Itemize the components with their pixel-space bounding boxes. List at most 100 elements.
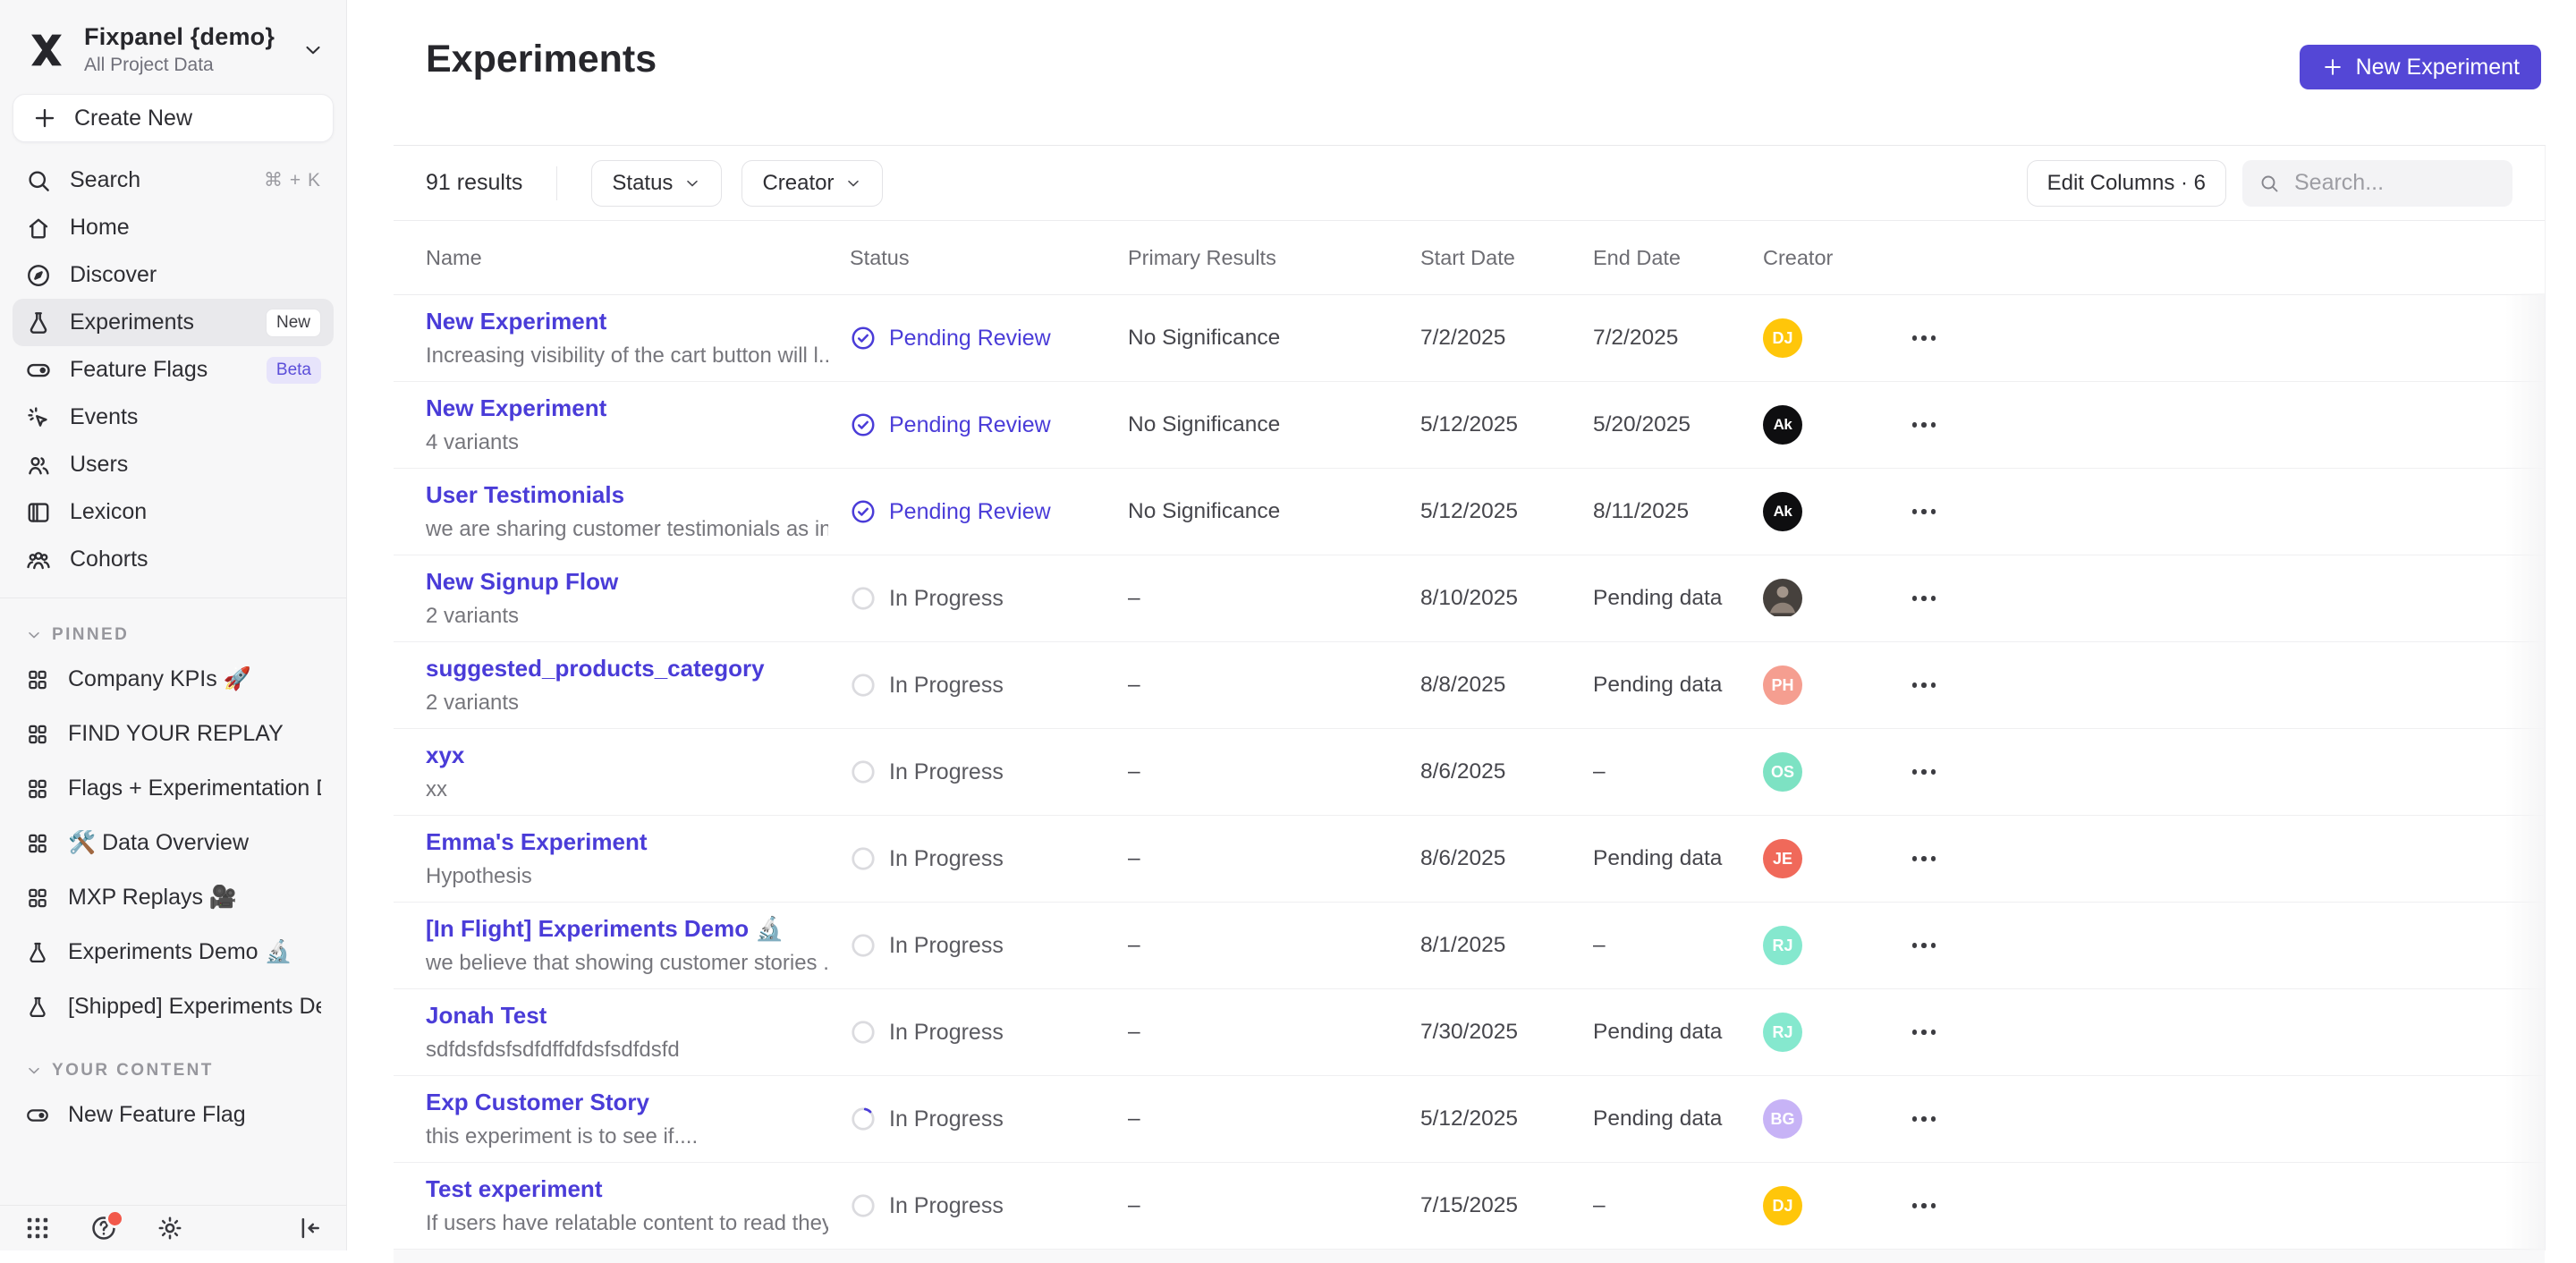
experiment-name-link[interactable]: Emma's Experiment [426, 828, 828, 856]
new-experiment-button[interactable]: New Experiment [2300, 45, 2541, 89]
creator-avatar[interactable]: OS [1763, 752, 1802, 792]
experiment-subtitle: we believe that showing customer stories… [426, 951, 828, 976]
end-date-value: 8/11/2025 [1593, 499, 1763, 524]
row-actions-menu[interactable] [1903, 1021, 1945, 1044]
help-button[interactable] [89, 1214, 118, 1242]
column-header[interactable]: Status [850, 246, 1128, 270]
row-actions-menu[interactable] [1903, 1107, 1945, 1131]
creator-filter[interactable]: Creator [741, 160, 883, 207]
experiment-subtitle: If users have relatable content to read … [426, 1211, 828, 1236]
column-header[interactable]: Name [426, 246, 850, 270]
creator-avatar[interactable] [1763, 579, 1802, 618]
experiment-name-link[interactable]: User Testimonials [426, 481, 828, 509]
row-actions-menu[interactable] [1903, 847, 1945, 870]
creator-avatar[interactable]: JE [1763, 839, 1802, 878]
row-actions-menu[interactable] [1903, 1194, 1945, 1217]
sidebar-item-home[interactable]: Home [13, 204, 334, 251]
status-filter[interactable]: Status [591, 160, 722, 207]
sidebar-item-feature-flags[interactable]: Feature Flags Beta [13, 346, 334, 394]
experiment-name-link[interactable]: Jonah Test [426, 1002, 828, 1030]
board-icon [25, 886, 50, 911]
page-title: Experiments [426, 38, 657, 81]
creator-avatar[interactable]: RJ [1763, 926, 1802, 965]
avatar-initials: RJ [1772, 937, 1792, 955]
row-actions-menu[interactable] [1903, 587, 1945, 610]
status-cell: In Progress [850, 672, 1128, 699]
pinned-item-flags-experimentation-demo[interactable]: Flags + Experimentation Demo , [13, 761, 334, 816]
row-actions-menu[interactable] [1903, 326, 1945, 350]
sidebar-item-discover[interactable]: Discover [13, 251, 334, 299]
sidebar-item-label: Search [70, 167, 140, 193]
pinned-item-label: MXP Replays 🎥 [68, 885, 237, 911]
collapse-sidebar-button[interactable] [294, 1214, 323, 1242]
creator-avatar[interactable]: Ak [1763, 492, 1802, 531]
sidebar-item-cohorts[interactable]: Cohorts [13, 536, 334, 583]
your-content-section-header[interactable]: YOUR CONTENT [13, 1061, 334, 1081]
start-date-value: 5/12/2025 [1420, 499, 1593, 524]
creator-avatar[interactable]: RJ [1763, 1013, 1802, 1052]
pinned-item-mxp-replays[interactable]: MXP Replays 🎥 [13, 870, 334, 925]
sidebar-item-search[interactable]: Search ⌘ + K [13, 157, 334, 204]
row-actions-menu[interactable] [1903, 674, 1945, 697]
row-actions-menu[interactable] [1903, 413, 1945, 437]
flask-icon [25, 309, 52, 336]
experiment-name-link[interactable]: xyx [426, 742, 828, 769]
experiment-name-link[interactable]: New Experiment [426, 394, 828, 422]
keyboard-shortcut: ⌘ + K [264, 169, 321, 191]
search-input[interactable] [2292, 169, 2496, 197]
create-new-button[interactable]: Create New [13, 94, 334, 142]
sidebar-item-users[interactable]: Users [13, 441, 334, 488]
sidebar-item-experiments[interactable]: Experiments New [13, 299, 334, 346]
row-actions-menu[interactable] [1903, 500, 1945, 523]
experiment-row: xyx xx In Progress – 8/6/2025 – OS [394, 729, 2545, 816]
column-header[interactable]: Creator [1763, 246, 1879, 270]
compass-icon [25, 262, 52, 289]
sidebar-item-lexicon[interactable]: Lexicon [13, 488, 334, 536]
creator-avatar[interactable]: DJ [1763, 1186, 1802, 1225]
pinned-item-data-overview[interactable]: 🛠️ Data Overview [13, 816, 334, 870]
column-header[interactable]: Start Date [1420, 246, 1593, 270]
experiment-name-link[interactable]: New Experiment [426, 308, 828, 335]
check-circle-icon [850, 411, 877, 438]
status-cell: In Progress [850, 1192, 1128, 1219]
row-actions-menu[interactable] [1903, 760, 1945, 784]
experiment-row: Emma's Experiment Hypothesis In Progress… [394, 816, 2545, 903]
pinned-item-company-kpis[interactable]: Company KPIs 🚀 [13, 652, 334, 707]
creator-avatar[interactable]: DJ [1763, 318, 1802, 358]
sidebar-item-label: Home [70, 215, 130, 241]
flask-icon [25, 995, 50, 1020]
pinned-section-header[interactable]: PINNED [13, 625, 334, 645]
filter-label: Status [612, 171, 673, 196]
experiment-name-link[interactable]: Exp Customer Story [426, 1089, 828, 1116]
creator-avatar[interactable]: PH [1763, 665, 1802, 705]
table-body: New Experiment Increasing visibility of … [394, 295, 2545, 1263]
pinned-item-experiments-demo[interactable]: Experiments Demo 🔬 [13, 925, 334, 979]
row-actions-menu[interactable] [1903, 934, 1945, 957]
edit-columns-button[interactable]: Edit Columns · 6 [2027, 160, 2226, 207]
settings-button[interactable] [156, 1214, 184, 1242]
table-search [2242, 160, 2512, 207]
pinned-item-shipped-experiments-demo[interactable]: [Shipped] Experiments Demo 🖊️ [13, 979, 334, 1034]
pinned-item-find-your-replay[interactable]: FIND YOUR REPLAY [13, 707, 334, 761]
sidebar-nav: Search ⌘ + K Home Discover [0, 157, 346, 583]
experiment-name-link[interactable]: suggested_products_category [426, 655, 828, 682]
progress-circle-icon [850, 1019, 877, 1046]
experiment-name-link[interactable]: New Signup Flow [426, 568, 828, 596]
your-content-new-feature-flag[interactable]: New Feature Flag [13, 1088, 334, 1142]
experiment-name-link[interactable]: Test experiment [426, 1175, 828, 1203]
settings-gear-icon [156, 1214, 184, 1242]
experiment-row: Test experiment If users have relatable … [394, 1163, 2545, 1250]
project-switcher[interactable]: Fixpanel {demo} All Project Data [0, 0, 346, 76]
end-date-value: Pending data [1593, 1106, 1763, 1132]
sidebar-item-label: Lexicon [70, 499, 147, 525]
notification-dot [106, 1209, 124, 1228]
apps-grid-button[interactable] [23, 1214, 52, 1242]
creator-avatar[interactable]: Ak [1763, 405, 1802, 445]
creator-avatar[interactable]: BG [1763, 1099, 1802, 1139]
pinned-list: Company KPIs 🚀 FIND YOUR REPLAY Flags + … [0, 652, 346, 1034]
status-cell: In Progress [850, 932, 1128, 959]
experiment-name-link[interactable]: [In Flight] Experiments Demo 🔬 [426, 915, 828, 943]
column-header[interactable]: Primary Results [1128, 246, 1420, 270]
sidebar-item-events[interactable]: Events [13, 394, 334, 441]
column-header[interactable]: End Date [1593, 246, 1763, 270]
